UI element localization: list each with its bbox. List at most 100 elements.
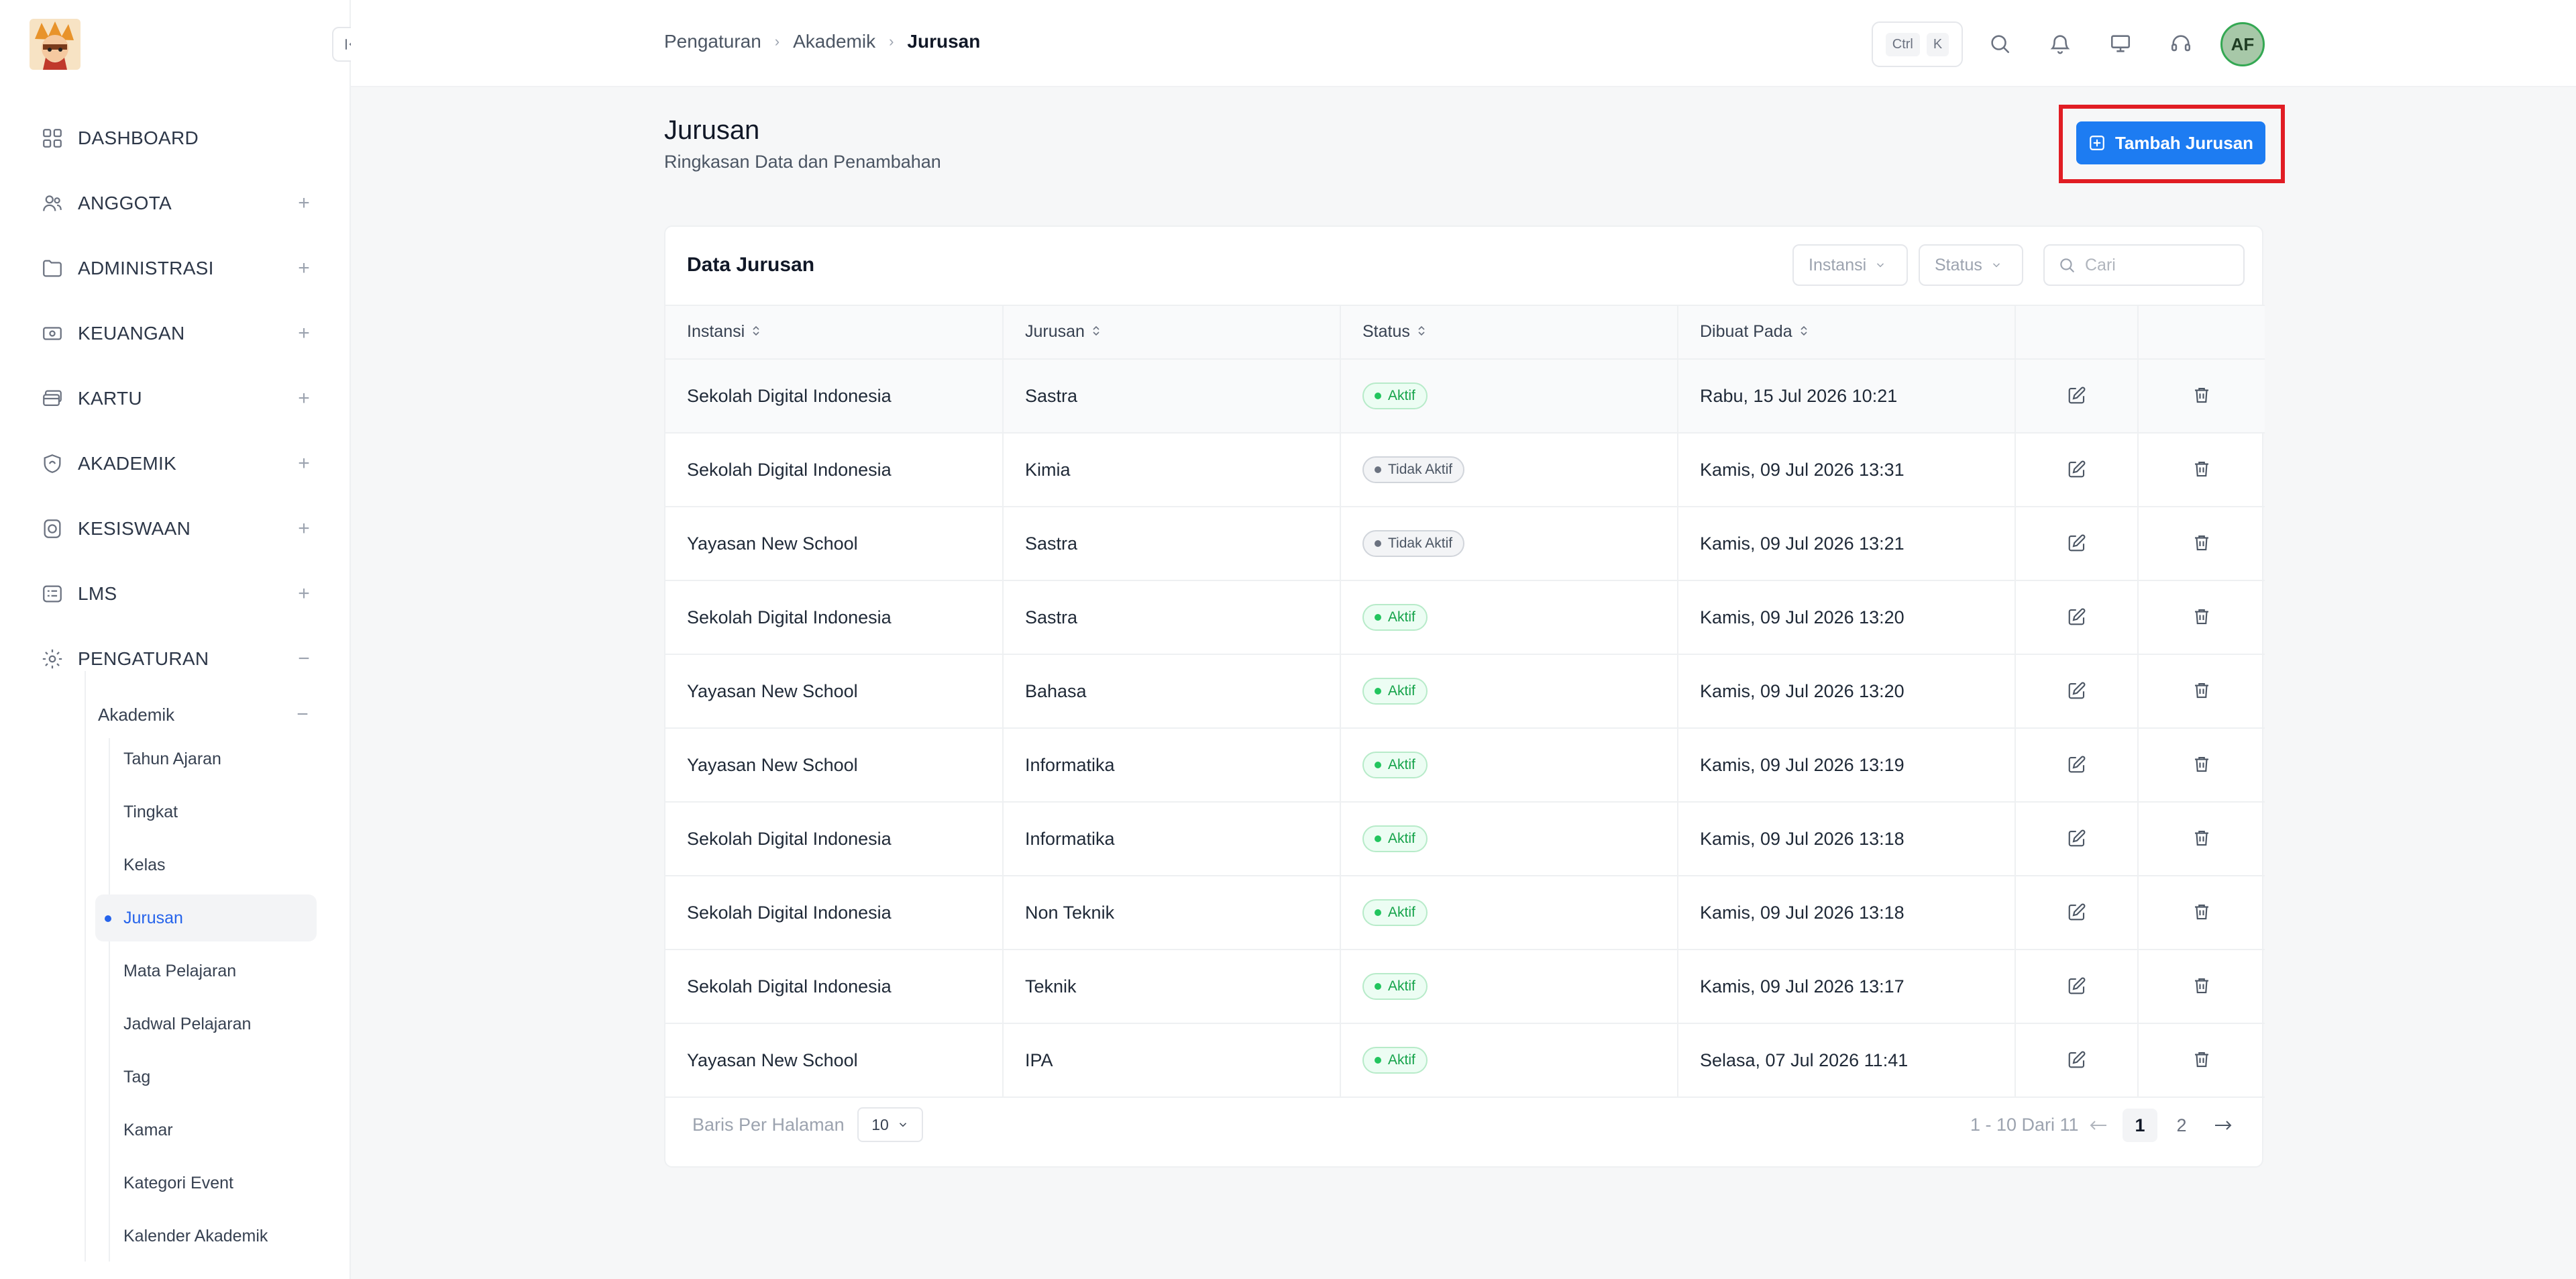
edit-icon[interactable]: [2063, 751, 2090, 778]
sidebar-subitem-tahun-ajaran[interactable]: Tahun Ajaran: [95, 735, 317, 782]
sidebar-item-administrasi[interactable]: ADMINISTRASI +: [39, 248, 314, 289]
trash-icon[interactable]: [2188, 456, 2215, 482]
cell-edit: [2015, 876, 2139, 950]
page-2-button[interactable]: 2: [2164, 1109, 2199, 1142]
cell-dibuat-pada: Kamis, 09 Jul 2026 13:19: [1678, 728, 2016, 803]
subitem-label: Kelas: [123, 855, 166, 874]
sidebar-subitem-kelas[interactable]: Kelas: [95, 841, 317, 888]
bell-icon[interactable]: [2043, 27, 2077, 60]
sidebar-item-pengaturan[interactable]: PENGATURAN −: [39, 639, 314, 679]
sidebar-item-dashboard[interactable]: DASHBOARD: [39, 118, 314, 158]
expand-toggle[interactable]: +: [294, 257, 314, 279]
search-input[interactable]: [2085, 255, 2233, 275]
next-page-button[interactable]: [2206, 1109, 2241, 1142]
sidebar-item-akademik[interactable]: AKADEMIK +: [39, 444, 314, 484]
edit-icon[interactable]: [2063, 899, 2090, 925]
status-badge: Tidak Aktif: [1362, 456, 1465, 483]
monitor-icon[interactable]: [2104, 27, 2137, 60]
trash-icon[interactable]: [2188, 677, 2215, 704]
trash-icon[interactable]: [2188, 751, 2215, 778]
cell-jurusan: Informatika: [1003, 728, 1341, 803]
sort-icon: [1799, 323, 1809, 342]
status-text: Aktif: [1388, 388, 1415, 403]
sidebar-item-keuangan[interactable]: KEUANGAN +: [39, 313, 314, 354]
edit-icon[interactable]: [2063, 1046, 2090, 1073]
trash-icon[interactable]: [2188, 972, 2215, 999]
expand-toggle[interactable]: +: [294, 387, 314, 409]
expand-toggle[interactable]: +: [294, 322, 314, 344]
sidebar-subitem-kategori-event[interactable]: Kategori Event: [95, 1160, 317, 1207]
column-header-status[interactable]: Status: [1340, 305, 1678, 360]
expand-toggle[interactable]: +: [294, 582, 314, 605]
status-dot: [1375, 983, 1381, 990]
expand-toggle[interactable]: [294, 128, 314, 148]
app-logo[interactable]: [30, 19, 80, 70]
expand-toggle[interactable]: −: [294, 648, 314, 670]
cell-status: Aktif: [1340, 802, 1678, 876]
status-dot: [1375, 835, 1381, 842]
expand-toggle[interactable]: +: [294, 192, 314, 214]
filter-status[interactable]: Status: [1919, 244, 2023, 286]
headset-icon[interactable]: [2164, 27, 2198, 60]
sidebar-subitem-jadwal-pelajaran[interactable]: Jadwal Pelajaran: [95, 1001, 317, 1047]
cell-instansi: Sekolah Digital Indonesia: [665, 359, 1004, 433]
sidebar-subitem-kalender-akademik[interactable]: Kalender Akademik: [95, 1213, 317, 1260]
edit-icon[interactable]: [2063, 825, 2090, 852]
trash-icon[interactable]: [2188, 1046, 2215, 1073]
cell-dibuat-pada: Kamis, 09 Jul 2026 13:31: [1678, 433, 2016, 507]
student-icon: [39, 515, 66, 542]
cell-delete: [2138, 359, 2265, 433]
sidebar-subitem-mata-pelajaran[interactable]: Mata Pelajaran: [95, 948, 317, 994]
cell-delete: [2138, 802, 2265, 876]
edit-icon[interactable]: [2063, 603, 2090, 630]
page-1-button[interactable]: 1: [2123, 1109, 2157, 1142]
sidebar-subitem-tag[interactable]: Tag: [95, 1054, 317, 1101]
breadcrumb-item-akademik[interactable]: Akademik: [793, 31, 875, 52]
trash-icon[interactable]: [2188, 825, 2215, 852]
prev-page-button[interactable]: [2081, 1109, 2116, 1142]
expand-toggle[interactable]: +: [294, 517, 314, 540]
search-box[interactable]: [2043, 244, 2245, 286]
table-row: Sekolah Digital Indonesia Sastra Aktif Rabu…: [665, 359, 2265, 433]
avatar[interactable]: AF: [2220, 22, 2265, 66]
expand-toggle[interactable]: +: [294, 452, 314, 474]
sidebar-item-label: PENGATURAN: [78, 648, 209, 669]
sidebar-subgroup-akademik[interactable]: Akademik −: [98, 699, 313, 730]
filter-instansi[interactable]: Instansi: [1792, 244, 1908, 286]
arrow-right-icon: [2215, 1121, 2232, 1130]
search-icon[interactable]: [1983, 27, 2017, 60]
subitem-label: Kamar: [123, 1120, 173, 1139]
column-header-jurusan[interactable]: Jurusan: [1003, 305, 1341, 360]
filter-label: Instansi: [1809, 255, 1867, 274]
add-jurusan-button[interactable]: Tambah Jurusan: [2076, 121, 2265, 164]
breadcrumb-item-pengaturan[interactable]: Pengaturan: [664, 31, 761, 52]
edit-icon[interactable]: [2063, 456, 2090, 482]
subitem-label: Kalender Akademik: [123, 1226, 268, 1245]
sidebar-item-kesiswaan[interactable]: KESISWAAN +: [39, 509, 314, 549]
sidebar-subitem-tingkat[interactable]: Tingkat: [95, 788, 317, 835]
subitem-label: Jadwal Pelajaran: [123, 1014, 252, 1033]
trash-icon[interactable]: [2188, 603, 2215, 630]
column-header-delete: [2138, 305, 2265, 360]
cell-status: Aktif: [1340, 359, 1678, 433]
column-header-dibuat-pada[interactable]: Dibuat Pada: [1678, 305, 2016, 360]
column-header-instansi[interactable]: Instansi: [665, 305, 1004, 360]
cell-delete: [2138, 876, 2265, 950]
edit-icon[interactable]: [2063, 529, 2090, 556]
sidebar-subitem-kamar[interactable]: Kamar: [95, 1107, 317, 1154]
status-dot: [1375, 762, 1381, 768]
trash-icon[interactable]: [2188, 382, 2215, 409]
edit-icon[interactable]: [2063, 677, 2090, 704]
edit-icon[interactable]: [2063, 382, 2090, 409]
sidebar-item-anggota[interactable]: ANGGOTA +: [39, 183, 314, 223]
rows-per-page-select[interactable]: 10: [857, 1107, 923, 1142]
collapse-toggle[interactable]: −: [292, 703, 313, 726]
trash-icon[interactable]: [2188, 899, 2215, 925]
sidebar-item-lms[interactable]: LMS +: [39, 574, 314, 614]
cell-status: Aktif: [1340, 580, 1678, 655]
sidebar-item-kartu[interactable]: KARTU +: [39, 378, 314, 419]
edit-icon[interactable]: [2063, 972, 2090, 999]
trash-icon[interactable]: [2188, 529, 2215, 556]
command-palette-shortcut[interactable]: Ctrl K: [1872, 21, 1963, 67]
sidebar-subitem-jurusan[interactable]: Jurusan: [95, 894, 317, 941]
